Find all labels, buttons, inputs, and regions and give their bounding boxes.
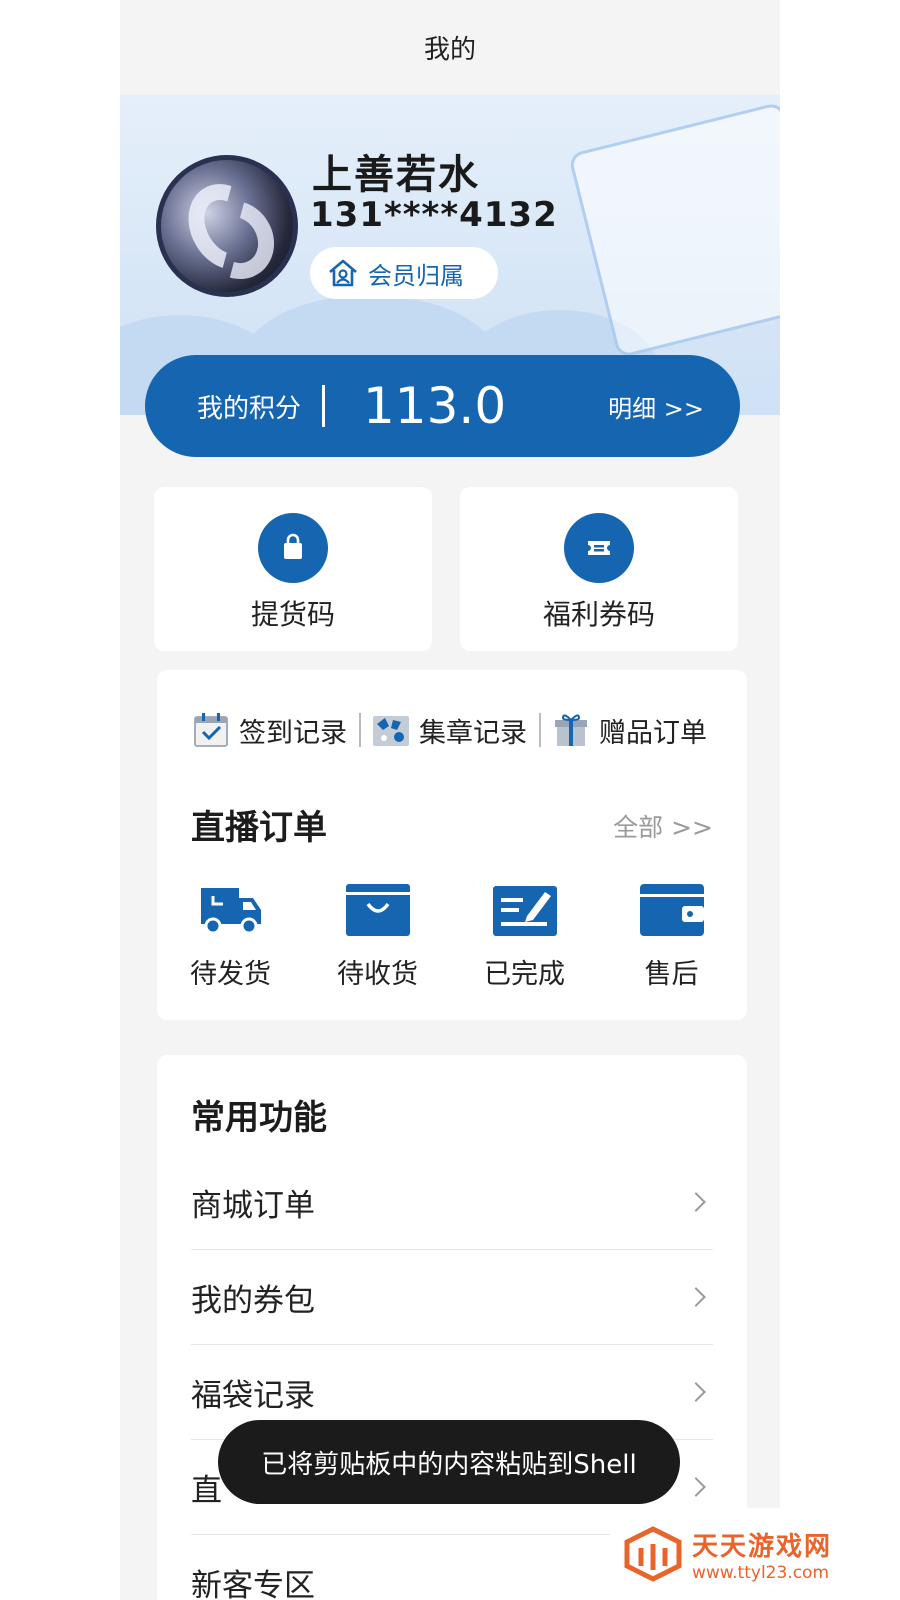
- shopping-bag-icon: [258, 513, 328, 583]
- chevron-right-icon: [686, 1382, 706, 1402]
- after-sales-label: 售后: [644, 959, 699, 990]
- coupon-code-label: 福利券码: [542, 598, 655, 631]
- menu-item-label: 新客专区: [191, 1568, 315, 1600]
- stamp-record-label: 集章记录: [419, 717, 527, 749]
- pickup-code-label: 提货码: [250, 598, 335, 631]
- stamp-record-link[interactable]: 集章记录: [371, 710, 527, 750]
- orders-card: 签到记录 集章记录 赠品订单 直播订单 全部 >> 待发货 待收货 已完成 售后: [157, 670, 747, 1020]
- truck-icon: [200, 888, 261, 935]
- pending-receipt-label: 待收货: [337, 959, 418, 990]
- stamp-icon: [373, 716, 409, 746]
- menu-item-label: 直: [191, 1472, 222, 1509]
- order-status-pending-shipment[interactable]: 待发货: [157, 880, 304, 991]
- points-value: 113.0: [363, 377, 507, 435]
- checkin-record-link[interactable]: 签到记录: [191, 710, 347, 750]
- order-status-completed[interactable]: 已完成: [451, 880, 598, 991]
- gift-icon: [555, 714, 587, 746]
- watermark-logo-icon: [624, 1526, 682, 1582]
- menu-item-label: 福袋记录: [191, 1377, 315, 1414]
- ticket-icon: [564, 513, 634, 583]
- menu-item-mall-orders[interactable]: 商城订单: [191, 1155, 713, 1250]
- live-orders-title: 直播订单: [191, 808, 327, 848]
- points-bar[interactable]: 我的积分 113.0 明细 >>: [145, 355, 740, 457]
- live-orders-all-link[interactable]: 全部 >>: [613, 808, 713, 844]
- points-divider: [322, 385, 325, 427]
- live-order-statuses: 待发货 待收货 已完成 售后: [157, 880, 747, 991]
- watermark: 天天游戏网 www.ttyl23.com: [610, 1508, 900, 1600]
- completed-label: 已完成: [484, 959, 565, 990]
- member-affiliation-button[interactable]: 会员归属: [310, 247, 498, 299]
- common-functions-title: 常用功能: [191, 1098, 327, 1138]
- member-affiliation-label: 会员归属: [368, 261, 464, 290]
- menu-item-label: 我的券包: [191, 1282, 315, 1319]
- toast-message: 已将剪贴板中的内容粘贴到Shell: [261, 1449, 637, 1480]
- record-links: 签到记录 集章记录 赠品订单: [191, 710, 707, 750]
- phone-screen: 我的 上善若水 131****4132 会员归属 我的积分 113.0 明细 >…: [120, 0, 780, 1600]
- checkin-record-label: 签到记录: [239, 717, 347, 749]
- order-status-after-sales[interactable]: 售后: [598, 880, 745, 991]
- page-title: 我的: [423, 35, 476, 65]
- watermark-url: www.ttyl23.com: [692, 1562, 830, 1583]
- calendar-check-icon: [194, 713, 228, 747]
- points-label: 我的积分: [197, 393, 302, 424]
- pending-shipment-label: 待发货: [190, 959, 271, 990]
- menu-item-label: 商城订单: [191, 1187, 315, 1224]
- chevron-right-icon: [686, 1287, 706, 1307]
- box-icon: [345, 884, 410, 936]
- link-divider: [539, 713, 541, 747]
- phone-number: 131****4132: [310, 195, 558, 235]
- avatar[interactable]: [156, 155, 298, 297]
- gift-orders-label: 赠品订单: [599, 717, 707, 749]
- edit-check-icon: [492, 886, 557, 936]
- chevron-right-icon: [686, 1192, 706, 1212]
- link-divider: [359, 713, 361, 747]
- home-user-icon: [329, 259, 357, 287]
- pickup-code-card[interactable]: 提货码: [154, 487, 432, 651]
- menu-item-my-coupons[interactable]: 我的券包: [191, 1250, 713, 1345]
- order-status-pending-receipt[interactable]: 待收货: [304, 880, 451, 991]
- top-bar: 我的: [120, 0, 780, 95]
- clipboard-toast: 已将剪贴板中的内容粘贴到Shell: [218, 1420, 680, 1504]
- coupon-code-card[interactable]: 福利券码: [460, 487, 738, 651]
- wallet-icon: [639, 884, 704, 936]
- chevron-right-icon: [686, 1477, 706, 1497]
- gift-orders-link[interactable]: 赠品订单: [551, 710, 707, 750]
- points-detail-link[interactable]: 明细 >>: [608, 389, 704, 424]
- watermark-name: 天天游戏网: [692, 1531, 833, 1562]
- username: 上善若水: [312, 152, 480, 198]
